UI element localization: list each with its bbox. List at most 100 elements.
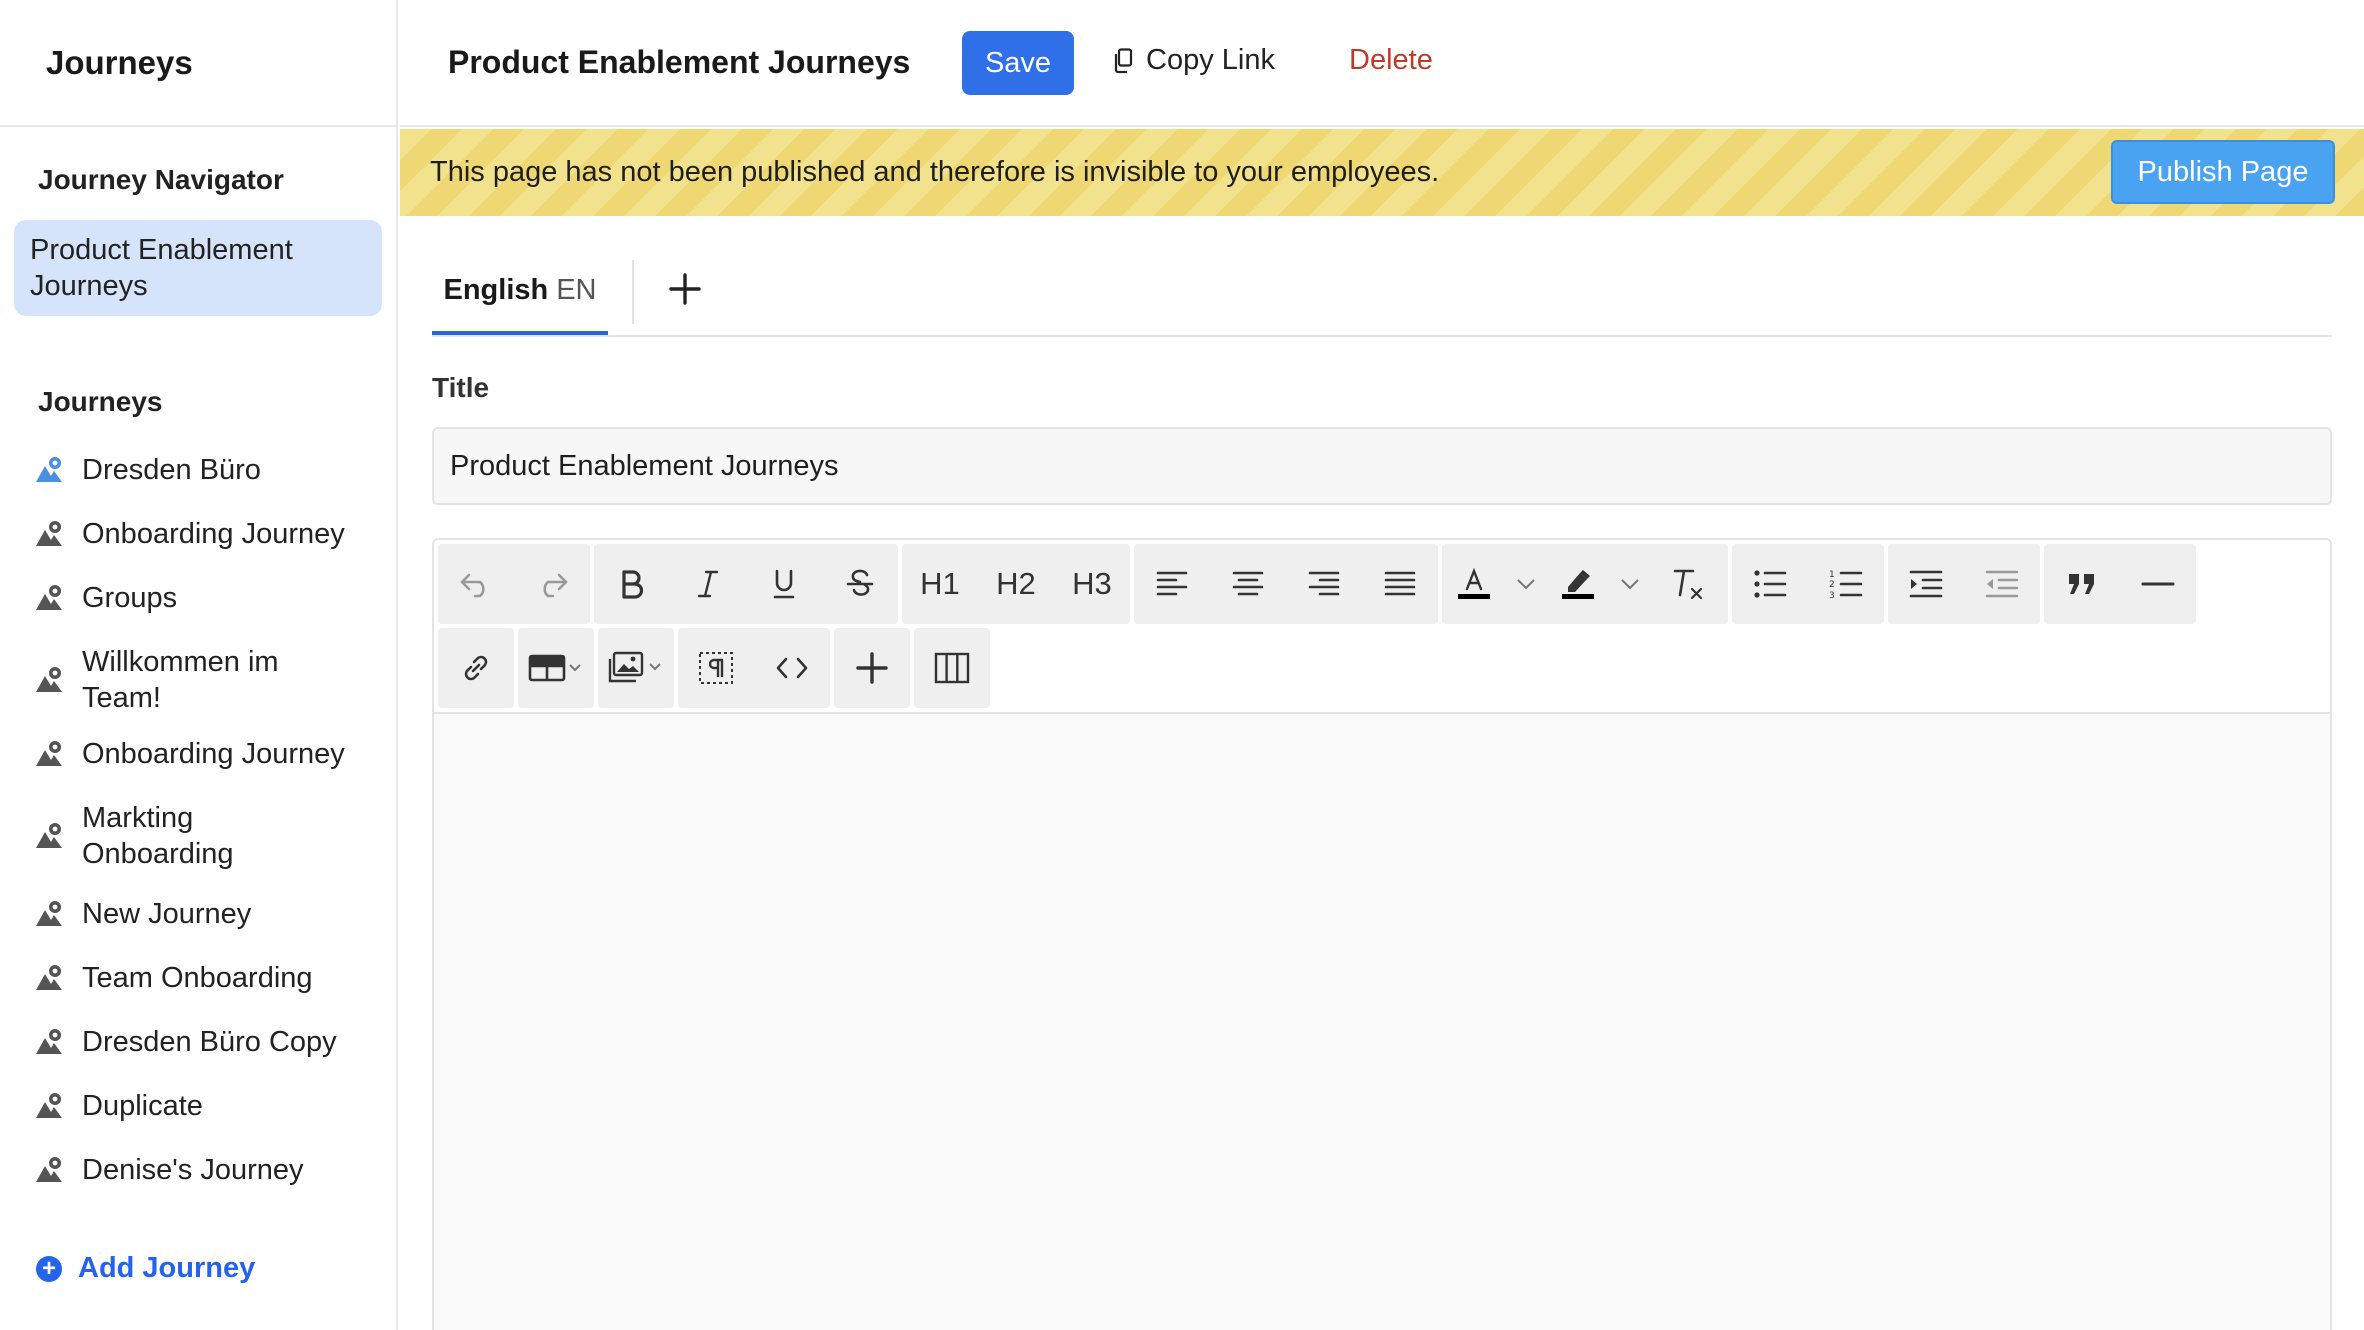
journey-item-label: Willkommen im Team! (82, 646, 279, 714)
undo-button[interactable] (438, 544, 514, 624)
columns-button[interactable] (914, 628, 990, 708)
bold-button[interactable] (594, 544, 670, 624)
insert-table-button[interactable] (518, 628, 594, 708)
topbar: Product Enablement Journeys Save Copy Li… (400, 0, 2364, 127)
map-pin-mountain-icon (36, 667, 62, 692)
journey-item-label: Onboarding Journey (82, 518, 345, 550)
underline-button[interactable] (746, 544, 822, 624)
save-button[interactable]: Save (962, 31, 1074, 95)
publish-page-button[interactable]: Publish Page (2111, 140, 2335, 204)
source-code-button[interactable] (754, 628, 830, 708)
journey-item[interactable]: Willkommen im Team! (34, 644, 374, 716)
add-journey-label: Add Journey (78, 1252, 256, 1284)
insert-image-button[interactable] (598, 628, 674, 708)
align-left-icon (1156, 571, 1188, 596)
map-pin-mountain-icon (36, 457, 62, 482)
indent-icon (1909, 570, 1943, 598)
horizontal-rule-icon (2141, 582, 2175, 586)
quote-icon (2069, 574, 2094, 594)
list-group: 123 (1732, 544, 1884, 624)
tab-divider (632, 260, 634, 324)
navigator-item-active[interactable]: Product Enablement Journeys (14, 220, 382, 316)
add-journey-button[interactable]: + Add Journey (36, 1252, 255, 1285)
heading-2-button[interactable]: H2 (978, 544, 1054, 624)
alignment-group (1134, 544, 1438, 624)
text-color-dropdown[interactable] (1506, 544, 1546, 624)
journeys-section-title: Journeys (38, 386, 163, 417)
journey-item-label: Dresden Büro (82, 454, 261, 486)
align-center-button[interactable] (1210, 544, 1286, 624)
journey-item[interactable]: Markting Onboarding (34, 800, 374, 872)
bullet-list-icon (1754, 570, 1787, 598)
unpublished-banner: This page has not been published and the… (400, 129, 2364, 216)
journey-item-label: New Journey (82, 898, 252, 930)
horizontal-rule-button[interactable] (2120, 544, 2196, 624)
title-label: Title (432, 372, 490, 403)
numbered-list-icon: 123 (1829, 570, 1863, 600)
journey-item[interactable]: Dresden Büro (34, 452, 374, 488)
map-pin-mountain-icon (36, 1029, 62, 1054)
strikethrough-button[interactable] (822, 544, 898, 624)
map-pin-mountain-icon (36, 585, 62, 610)
outdent-button[interactable] (1964, 544, 2040, 624)
journey-item[interactable]: Dresden Büro Copy (34, 1024, 374, 1060)
columns-group (914, 628, 990, 708)
editor-toolbar: H1 H2 H3 1 2 3 (434, 540, 2330, 714)
plus-icon (669, 273, 701, 305)
journey-item-label: Duplicate (82, 1090, 203, 1122)
highlight-color-dropdown[interactable] (1610, 544, 1650, 624)
italic-icon (697, 570, 719, 598)
blockquote-button[interactable] (2044, 544, 2120, 624)
align-right-icon (1308, 571, 1340, 596)
plus-circle-icon: + (36, 1255, 62, 1282)
copy-link-button[interactable]: Copy Link (1112, 44, 1275, 77)
journey-item[interactable]: Duplicate (34, 1088, 374, 1124)
redo-button[interactable] (514, 544, 590, 624)
bold-icon (622, 570, 644, 599)
title-input[interactable] (432, 427, 2332, 505)
align-left-button[interactable] (1134, 544, 1210, 624)
sidebar-title: Journeys (46, 43, 193, 81)
journey-item-label: Team Onboarding (82, 962, 313, 994)
journey-item[interactable]: Team Onboarding (34, 960, 374, 996)
svg-text:2: 2 (1829, 580, 1835, 590)
journey-navigator-title: Journey Navigator (38, 164, 284, 195)
journey-item[interactable]: New Journey (34, 896, 374, 932)
bullet-list-button[interactable] (1732, 544, 1808, 624)
chevron-down-icon (1517, 579, 1535, 590)
chevron-down-icon (1621, 579, 1639, 590)
text-style-group (594, 544, 898, 624)
indent-button[interactable] (1888, 544, 1964, 624)
insert-block-button[interactable] (834, 628, 910, 708)
tab-english[interactable]: English EN (432, 250, 608, 335)
align-right-button[interactable] (1286, 544, 1362, 624)
highlight-color-button[interactable] (1546, 544, 1610, 624)
image-group (598, 628, 674, 708)
align-justify-button[interactable] (1362, 544, 1438, 624)
delete-button[interactable]: Delete (1349, 44, 1433, 77)
clear-formatting-button[interactable] (1650, 544, 1726, 624)
map-pin-mountain-icon (36, 521, 62, 546)
map-pin-mountain-icon (36, 741, 62, 766)
banner-text: This page has not been published and the… (430, 156, 1440, 188)
journey-item[interactable]: Groups (34, 580, 374, 616)
paragraph-blocks-icon (699, 652, 733, 684)
journey-item[interactable]: Onboarding Journey (34, 736, 374, 772)
add-language-button[interactable] (660, 264, 710, 314)
heading-3-button[interactable]: H3 (1054, 544, 1130, 624)
indent-group (1888, 544, 2040, 624)
redo-icon (543, 573, 568, 598)
svg-text:3: 3 (1829, 591, 1835, 600)
numbered-list-button[interactable]: 123 (1808, 544, 1884, 624)
rich-text-editor[interactable]: H1 H2 H3 1 2 3 (432, 538, 2332, 1330)
map-pin-mountain-icon (36, 1157, 62, 1182)
journey-item[interactable]: Onboarding Journey (34, 516, 374, 552)
show-blocks-button[interactable] (678, 628, 754, 708)
journey-item[interactable]: Denise's Journey (34, 1152, 374, 1188)
italic-button[interactable] (670, 544, 746, 624)
text-color-button[interactable] (1442, 544, 1506, 624)
insert-group (834, 628, 910, 708)
sidebar-header: Journeys (0, 0, 396, 127)
heading-1-button[interactable]: H1 (902, 544, 978, 624)
link-button[interactable] (438, 628, 514, 708)
